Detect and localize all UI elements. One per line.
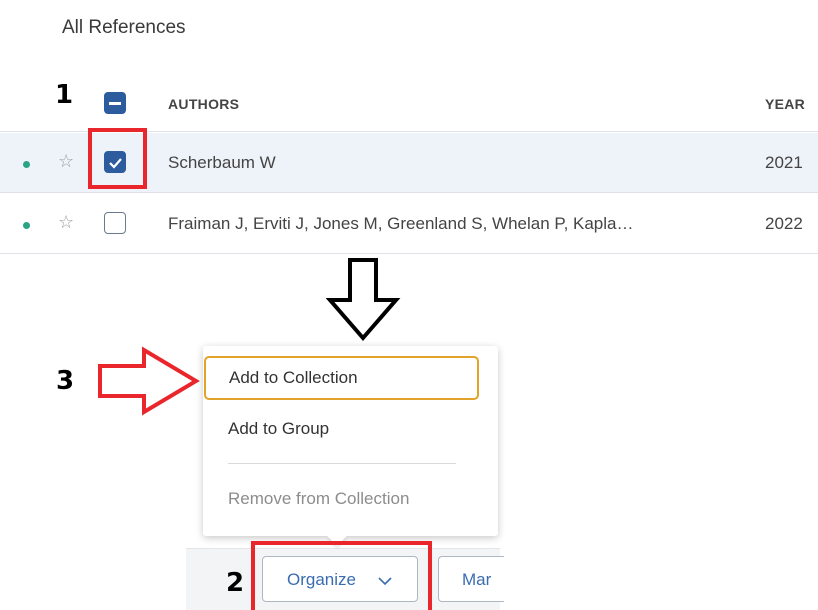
- row-authors: Scherbaum W: [168, 153, 276, 172]
- step-3-label: 3: [56, 366, 75, 396]
- menu-item-add-to-group[interactable]: Add to Group: [203, 407, 498, 451]
- table-row[interactable]: ☆ Fraiman J, Erviti J, Jones M, Greenlan…: [0, 194, 818, 254]
- row-year: 2021: [765, 153, 803, 172]
- menu-item-label: Add to Collection: [229, 368, 358, 387]
- menu-item-remove-from-collection[interactable]: Remove from Collection: [203, 477, 498, 521]
- organize-dropdown-menu: Add to Collection Add to Group Remove fr…: [203, 346, 498, 536]
- mark-button-label: Mar: [462, 570, 492, 589]
- unread-dot-icon: [23, 222, 30, 229]
- annotation-highlight-box: [251, 541, 432, 610]
- down-arrow-icon: [325, 258, 401, 342]
- annotation-highlight-box: [88, 128, 147, 189]
- row-checkbox[interactable]: [104, 212, 126, 234]
- column-header-year[interactable]: YEAR: [765, 96, 805, 112]
- select-all-checkbox[interactable]: [104, 92, 126, 114]
- step-2-label: 2: [226, 568, 245, 598]
- page-title: All References: [62, 17, 186, 38]
- right-arrow-icon: [98, 346, 200, 416]
- star-icon[interactable]: ☆: [58, 151, 74, 172]
- row-authors: Fraiman J, Erviti J, Jones M, Greenland …: [168, 214, 634, 233]
- mark-button[interactable]: Mar: [438, 556, 504, 602]
- minus-icon: [109, 102, 121, 105]
- row-year: 2022: [765, 214, 803, 233]
- menu-item-label: Remove from Collection: [228, 489, 410, 508]
- menu-item-add-to-collection[interactable]: Add to Collection: [204, 356, 479, 400]
- unread-dot-icon: [23, 161, 30, 168]
- table-header: 1 AUTHORS YEAR: [0, 72, 818, 132]
- step-1-label: 1: [55, 80, 74, 110]
- menu-divider: [228, 463, 456, 464]
- menu-item-label: Add to Group: [228, 419, 330, 438]
- column-header-authors[interactable]: AUTHORS: [168, 96, 239, 112]
- star-icon[interactable]: ☆: [58, 212, 74, 233]
